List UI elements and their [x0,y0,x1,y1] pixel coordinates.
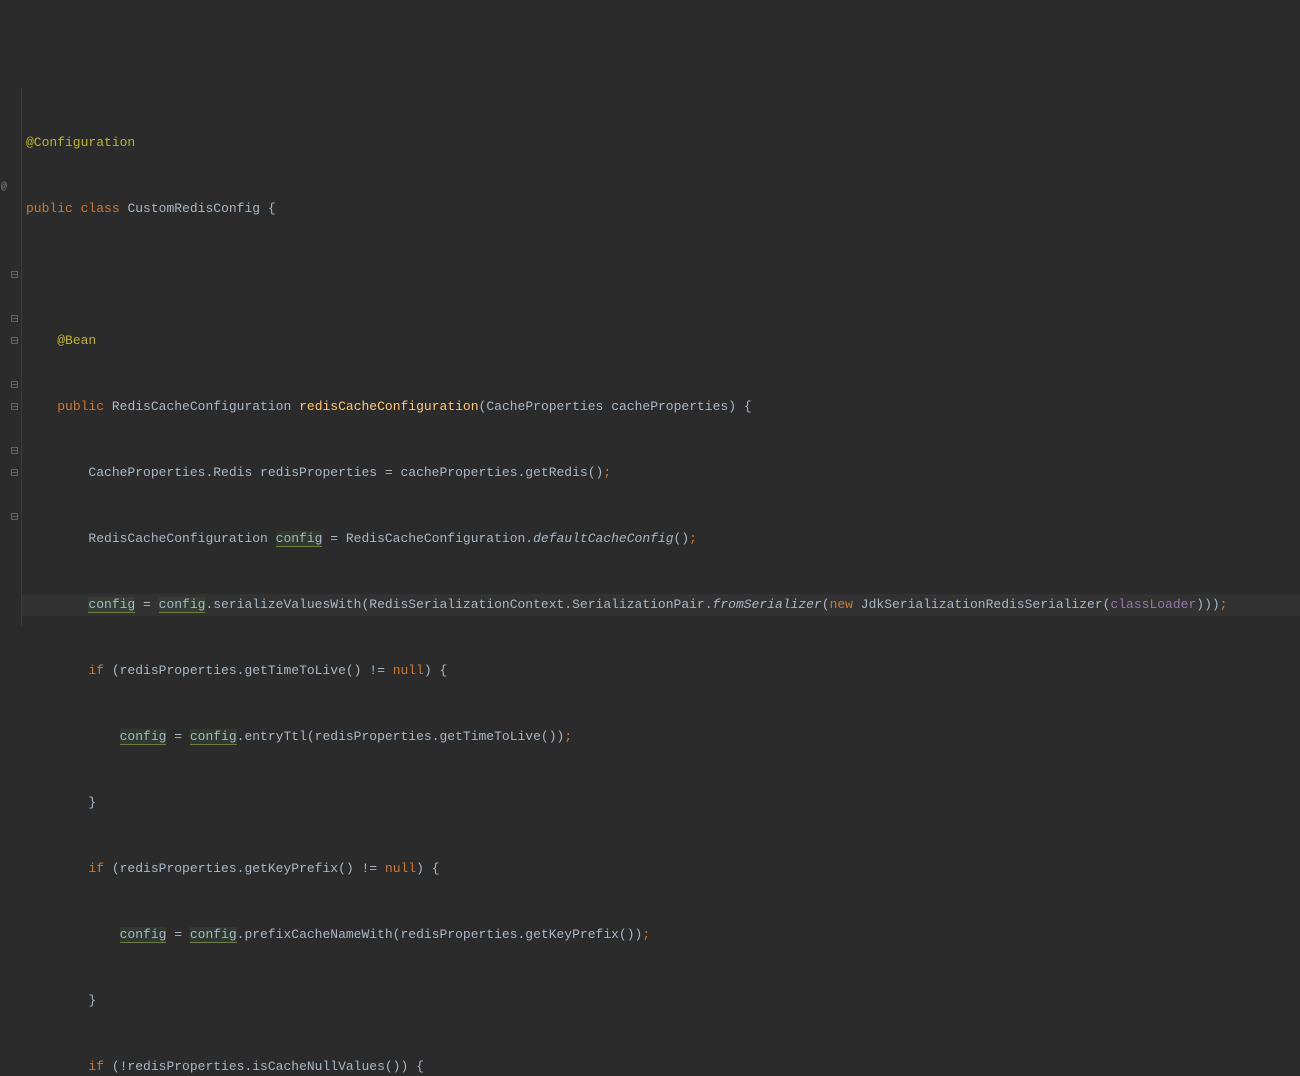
code-line[interactable]: @Bean [22,330,1300,352]
code-area[interactable]: @Configuration public class CustomRedisC… [22,88,1300,626]
variable-highlight: config [88,597,135,613]
fold-toggle[interactable] [11,337,18,344]
fold-toggle[interactable] [11,271,18,278]
code-line[interactable]: } [22,792,1300,814]
annotation: @Bean [57,333,96,348]
annotation: @Configuration [26,135,135,150]
code-line[interactable]: if (redisProperties.getKeyPrefix() != nu… [22,858,1300,880]
fold-toggle[interactable] [11,403,18,410]
code-line[interactable]: public RedisCacheConfiguration redisCach… [22,396,1300,418]
fold-toggle[interactable] [11,469,18,476]
code-editor[interactable]: @ @Configuration public class CustomRedi… [0,88,1300,626]
fold-toggle[interactable] [11,381,18,388]
gutter: @ [0,88,22,626]
code-line[interactable]: config = config.prefixCacheNameWith(redi… [22,924,1300,946]
fold-toggle[interactable] [11,447,18,454]
code-line[interactable]: config = config.entryTtl(redisProperties… [22,726,1300,748]
code-line-current[interactable]: config = config.serializeValuesWith(Redi… [22,594,1300,616]
code-line[interactable]: RedisCacheConfiguration config = RedisCa… [22,528,1300,550]
code-line[interactable]: if (!redisProperties.isCacheNullValues()… [22,1056,1300,1076]
code-line[interactable]: } [22,990,1300,1012]
code-line[interactable]: CacheProperties.Redis redisProperties = … [22,462,1300,484]
code-line[interactable]: if (redisProperties.getTimeToLive() != n… [22,660,1300,682]
code-line[interactable]: @Configuration [22,132,1300,154]
method-name: redisCacheConfiguration [299,399,478,414]
code-line[interactable] [22,264,1300,286]
field-ref: classLoader [1110,597,1196,612]
code-line[interactable]: public class CustomRedisConfig { [22,198,1300,220]
fold-toggle[interactable] [11,513,18,520]
variable-highlight: config [276,531,323,547]
fold-toggle[interactable] [11,315,18,322]
variable-highlight: config [159,597,206,613]
bean-gutter-icon[interactable]: @ [1,183,7,193]
